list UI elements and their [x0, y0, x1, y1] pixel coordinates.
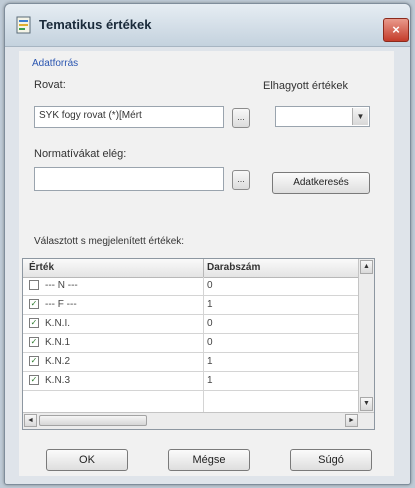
row-value: K.N.2 — [45, 356, 71, 367]
app-document-icon — [16, 16, 31, 34]
scroll-down-button[interactable]: ▼ — [360, 397, 373, 411]
row-count: 0 — [207, 318, 213, 329]
row-value: --- F --- — [45, 299, 77, 310]
field-browse-button[interactable]: ... — [232, 108, 250, 128]
close-button[interactable]: × — [383, 18, 409, 42]
field-label: Rovat: — [34, 79, 66, 91]
row-value: K.N.3 — [45, 375, 71, 386]
apply-button[interactable]: Adatkeresés — [272, 172, 370, 194]
row-checkbox[interactable]: ✓ — [29, 318, 39, 328]
field-input[interactable]: SYK fogy rovat (*)[Mért — [34, 106, 224, 128]
column-divider-line — [203, 277, 204, 413]
row-count: 0 — [207, 337, 213, 348]
column-header-value[interactable]: Érték — [29, 262, 54, 273]
vertical-scrollbar[interactable]: ▲ ▼ — [358, 259, 374, 413]
row-count: 1 — [207, 299, 213, 310]
table-row[interactable]: ✓ K.N.I. 0 — [23, 315, 361, 334]
row-value: K.N.I. — [45, 318, 71, 329]
window-title: Tematikus értékek — [39, 17, 152, 32]
scroll-up-button[interactable]: ▲ — [360, 260, 373, 274]
table-row[interactable]: --- N --- 0 — [23, 277, 361, 296]
database-browse-button[interactable]: ... — [232, 170, 250, 190]
title-bar[interactable]: Tematikus értékek × — [5, 4, 410, 47]
cancel-button[interactable]: Mégse — [168, 449, 250, 471]
table-header: Érték Darabszám — [23, 259, 374, 278]
column-divider[interactable] — [203, 259, 204, 277]
group-legend: Adatforrás — [32, 58, 79, 69]
ok-button[interactable]: OK — [46, 449, 128, 471]
horizontal-scrollbar[interactable]: ◄ ► — [23, 412, 374, 429]
row-checkbox[interactable]: ✓ — [29, 299, 39, 309]
help-button[interactable]: Súgó — [290, 449, 372, 471]
row-value: --- N --- — [45, 280, 78, 291]
scroll-right-button[interactable]: ► — [345, 414, 358, 427]
table-row[interactable]: ✓ --- F --- 1 — [23, 296, 361, 315]
column-header-count[interactable]: Darabszám — [207, 262, 260, 273]
table-row[interactable]: ✓ K.N.1 0 — [23, 334, 361, 353]
row-count: 1 — [207, 356, 213, 367]
database-label: Normatívákat elég: — [34, 148, 127, 160]
row-checkbox[interactable]: ✓ — [29, 337, 39, 347]
row-count: 1 — [207, 375, 213, 386]
row-checkbox[interactable] — [29, 280, 39, 290]
scroll-left-button[interactable]: ◄ — [24, 414, 37, 427]
row-checkbox[interactable]: ✓ — [29, 375, 39, 385]
values-table: Érték Darabszám --- N --- 0 ✓ --- F --- … — [22, 258, 375, 430]
table-label: Választott s megjelenített értékek: — [34, 236, 185, 247]
chevron-down-icon[interactable]: ▼ — [352, 108, 368, 125]
row-value: K.N.1 — [45, 337, 71, 348]
horizontal-scroll-thumb[interactable] — [39, 415, 147, 426]
database-input[interactable] — [34, 167, 224, 191]
table-row[interactable]: ✓ K.N.3 1 — [23, 372, 361, 391]
separator-combo[interactable]: ▼ — [275, 106, 370, 127]
separator-label: Elhagyott értékek — [263, 80, 348, 92]
row-checkbox[interactable]: ✓ — [29, 356, 39, 366]
table-row[interactable]: ✓ K.N.2 1 — [23, 353, 361, 372]
row-count: 0 — [207, 280, 213, 291]
